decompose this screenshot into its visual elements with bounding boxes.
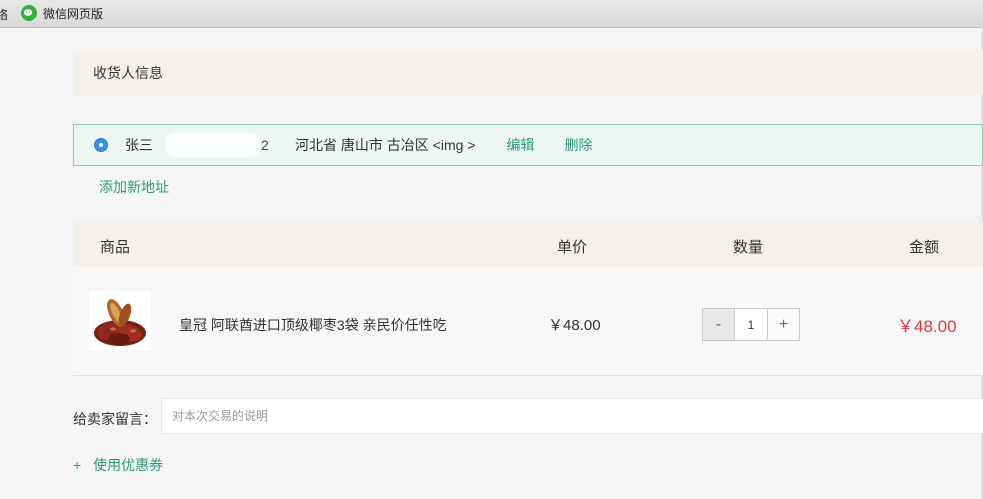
goods-table-header: 商品 单价 数量 金额	[73, 221, 983, 267]
product-thumbnail[interactable]	[89, 291, 151, 351]
address-radio[interactable]	[94, 138, 108, 152]
bookmark-label-wechat: 微信网页版	[43, 6, 104, 21]
dates-image	[94, 299, 146, 346]
seller-message-label: 给卖家留言：	[73, 411, 157, 427]
add-new-address-link[interactable]: 添加新地址	[99, 177, 169, 197]
address-name: 张三	[125, 137, 153, 153]
edit-address-link[interactable]: 编辑	[506, 135, 534, 155]
use-coupon-link[interactable]: + 使用优惠券	[73, 455, 163, 475]
column-header-goods: 商品	[100, 239, 131, 256]
seller-message-input[interactable]	[161, 398, 983, 434]
use-coupon-label: 使用优惠券	[93, 457, 164, 473]
address-item[interactable]: 张三 18 2 河北省 唐山市 古冶区 <img > 编辑 删除	[73, 124, 983, 166]
unit-price: ￥48.00	[548, 317, 601, 334]
address-phone: 18 2	[165, 133, 277, 157]
line-amount: ￥48.00	[897, 317, 957, 336]
bookmarks-bar: 络 微信网页版	[0, 0, 983, 28]
quantity-value[interactable]: 1	[735, 309, 767, 340]
increment-button[interactable]: +	[767, 309, 799, 340]
receiver-section-title: 收货人信息	[93, 65, 163, 81]
plus-icon: +	[73, 457, 82, 473]
quantity-stepper: - 1 +	[702, 308, 800, 341]
decrement-button[interactable]: -	[703, 309, 735, 340]
address-phone-tail: 2	[261, 137, 269, 153]
bookmark-item-wechat[interactable]: 微信网页版	[21, 4, 103, 22]
product-name[interactable]: 皇冠 阿联酋进口顶级椰枣3袋 亲民价任性吃	[179, 315, 447, 335]
phone-redaction-mask	[165, 133, 261, 157]
delete-address-link[interactable]: 删除	[564, 135, 592, 155]
wechat-icon	[21, 5, 37, 21]
column-header-quantity: 数量	[733, 239, 764, 256]
address-text: 河北省 唐山市 古冶区 <img >	[295, 137, 476, 153]
receiver-section-header: 收货人信息	[73, 51, 983, 95]
bookmark-item-partial[interactable]: 络	[0, 6, 8, 23]
table-row: 皇冠 阿联酋进口顶级椰枣3袋 亲民价任性吃 ￥48.00 - 1 + ￥48.0…	[73, 267, 983, 376]
column-header-unit-price: 单价	[557, 239, 588, 256]
column-header-amount: 金额	[909, 239, 940, 256]
